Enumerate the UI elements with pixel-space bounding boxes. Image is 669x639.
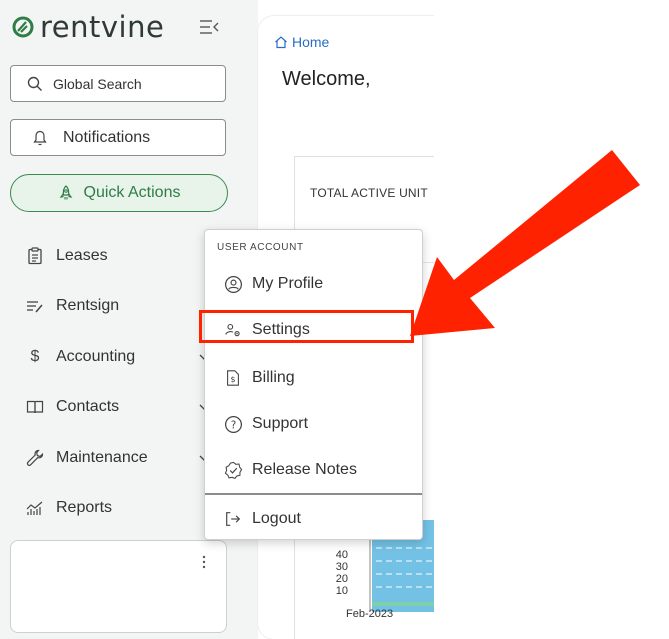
- lease-icon: [28, 247, 42, 265]
- menu-item-label: Release Notes: [252, 461, 357, 478]
- chart-bar-base: [372, 602, 434, 606]
- y-tick-label: 40: [335, 549, 348, 561]
- rentsign-icon: [27, 301, 43, 313]
- logout-icon: [223, 509, 243, 529]
- y-tick-label: 30: [335, 561, 348, 573]
- sidebar-item-label: Leases: [56, 247, 108, 264]
- menu-header: USER ACCOUNT: [217, 242, 304, 253]
- y-tick-label: 20: [335, 573, 348, 585]
- sidebar-item-rentsign[interactable]: Rentsign: [26, 292, 119, 320]
- breadcrumb-home: Home: [292, 34, 330, 50]
- user-circle-icon: [223, 274, 243, 294]
- sidebar-item-accounting[interactable]: $ Accounting: [26, 343, 136, 371]
- rentvine-logo[interactable]: rentvine: [12, 10, 164, 44]
- menu-divider: [205, 493, 422, 495]
- sidebar-item-reports[interactable]: Reports: [26, 494, 112, 522]
- home-icon: [275, 36, 287, 49]
- chart-icon: [26, 501, 43, 515]
- badge-check-icon: [223, 460, 243, 480]
- menu-item-support[interactable]: ? Support: [205, 404, 422, 444]
- global-search-label: Global Search: [53, 75, 142, 92]
- breadcrumb[interactable]: Home: [274, 34, 329, 50]
- sidebar-item-contacts[interactable]: Contacts: [26, 393, 119, 421]
- rocket-icon: [59, 185, 72, 200]
- menu-item-label: My Profile: [252, 275, 324, 292]
- quick-actions-button[interactable]: Quick Actions: [10, 174, 228, 212]
- search-icon: [27, 76, 42, 91]
- menu-item-logout[interactable]: Logout: [205, 499, 422, 539]
- invoice-icon: $: [223, 368, 243, 388]
- sidebar-item-label: Maintenance: [56, 449, 148, 466]
- menu-item-label: Logout: [252, 510, 301, 527]
- menu-item-release-notes[interactable]: Release Notes: [205, 450, 422, 490]
- menu-item-label: Support: [252, 415, 309, 432]
- global-search-button[interactable]: Global Search: [10, 65, 226, 102]
- dollar-icon: $: [30, 348, 40, 365]
- red-arrow-annotation: [410, 150, 640, 336]
- settings-highlight-box: [199, 310, 414, 343]
- wrench-icon: [26, 449, 44, 466]
- sidebar-item-label: Rentsign: [56, 297, 120, 314]
- notifications-label: Notifications: [63, 128, 151, 146]
- collapse-sidebar-icon[interactable]: [198, 17, 220, 37]
- kebab-menu-icon[interactable]: [202, 555, 206, 569]
- sidebar-item-leases[interactable]: Leases: [26, 242, 108, 270]
- menu-item-billing[interactable]: $ Billing: [205, 358, 422, 398]
- sidebar-item-label: Accounting: [56, 348, 136, 365]
- rentvine-logo-icon: [12, 16, 34, 38]
- page-title: Welcome,: [282, 68, 371, 90]
- user-card[interactable]: [10, 540, 227, 633]
- notifications-button[interactable]: Notifications: [10, 119, 226, 156]
- contacts-icon: [26, 400, 44, 414]
- quick-actions-label: Quick Actions: [83, 184, 181, 201]
- sidebar-item-maintenance[interactable]: Maintenance: [26, 444, 148, 472]
- sidebar-item-label: Contacts: [56, 398, 120, 415]
- help-icon: ?: [223, 414, 243, 434]
- menu-item-label: Billing: [252, 369, 295, 386]
- user-account-menu: USER ACCOUNT My Profile Settings $ Billi…: [204, 229, 423, 540]
- svg-text:?: ?: [230, 419, 236, 431]
- brand-name: rentvine: [40, 9, 165, 44]
- sidebar-item-label: Reports: [56, 499, 113, 516]
- bell-icon: [33, 130, 47, 145]
- svg-text:$: $: [230, 374, 235, 384]
- y-tick-label: 10: [335, 585, 348, 597]
- x-tick-label: Feb-2023: [346, 608, 394, 620]
- menu-item-my-profile[interactable]: My Profile: [205, 264, 422, 304]
